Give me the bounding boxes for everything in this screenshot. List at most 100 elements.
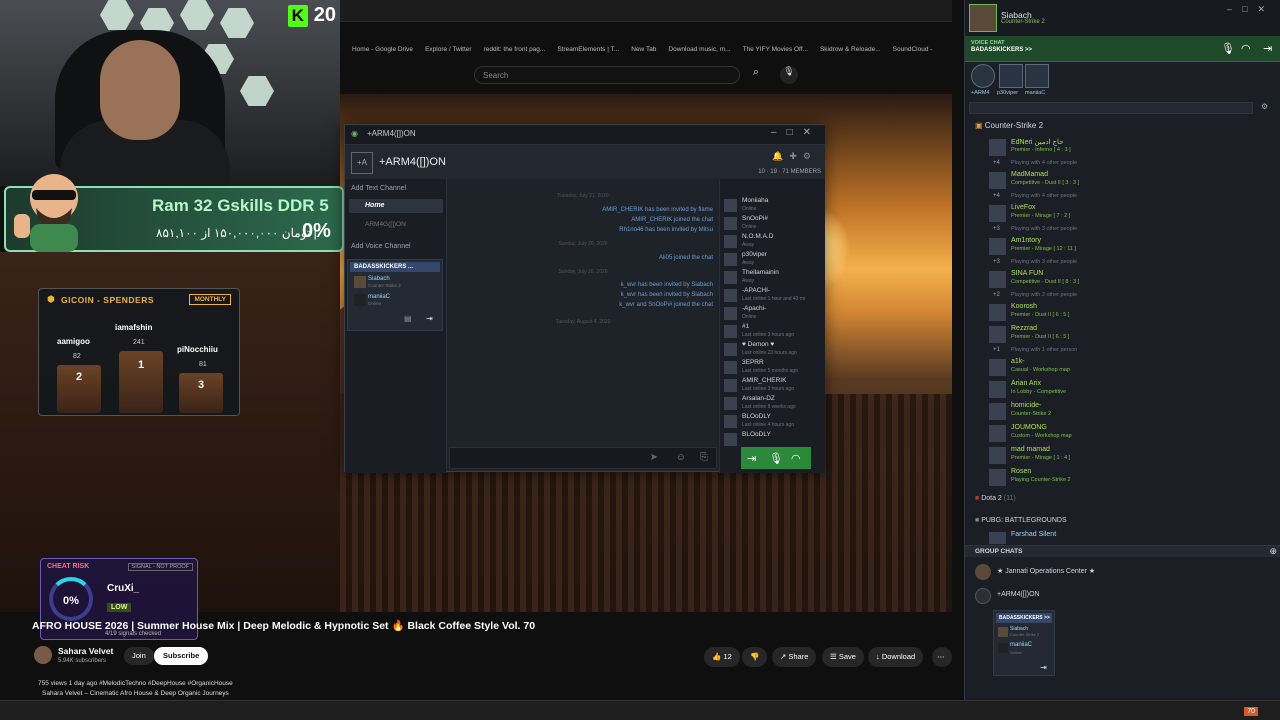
friend-row[interactable]: Rezzrad Premier - Dust II [ 6 : 5 ] [989,325,1279,345]
avatar[interactable] [999,64,1023,88]
friend-row[interactable]: Farshad Silent [989,531,1279,545]
voice-settings-icon[interactable]: ▤ [404,314,412,323]
dislike-button[interactable]: 👎 [742,647,768,667]
channel-name[interactable]: Sahara Velvet [58,646,113,656]
channel-home[interactable]: Home [349,199,443,213]
group-chat-item[interactable]: ★ Jannati Operations Center ★ [975,563,1265,583]
friend-row[interactable]: a1k- Casual - Workshop map [989,358,1279,378]
friend-name: JOUMONG [1011,424,1047,431]
headset-icon[interactable]: ◠ [1241,42,1251,55]
friend-row[interactable]: EdNeri حاج ادمین Premier - Inferno [ 4 : … [989,138,1279,158]
search-icon[interactable]: ⌕ [742,66,770,84]
notification-badge[interactable]: 70 [1244,707,1258,716]
voice-group-name[interactable]: BADASSKICKERS >> [971,47,1032,53]
microphone-icon[interactable]: 🎙 [1221,42,1235,55]
avatar[interactable] [1025,64,1049,88]
leave-voice-icon[interactable]: ⇥ [1263,42,1272,55]
game-group-header[interactable]: ▣ Counter-Strike 2 [975,121,1043,130]
subscribe-button[interactable]: Subscribe [154,647,209,665]
browser-tab-bar[interactable] [340,0,952,22]
emoji-icon[interactable]: ☺ [676,452,686,463]
friends-search-input[interactable] [969,102,1253,114]
member-item[interactable]: Theilamainin Away [724,269,824,287]
chat-settings-icon[interactable]: 🔔✚⚙ [772,151,817,162]
member-item[interactable]: Moniiaha Online [724,197,824,215]
voice-channel-name[interactable]: BADASSKICKERS >> [996,613,1052,623]
channel-sidebar: Add Text Channel Home ARM4G([])ON Add Vo… [345,179,447,473]
friend-row[interactable]: mad mamad Premier - Mirage [ 1 : 4 ] [989,446,1279,466]
bookmark[interactable]: New Tab [631,46,656,53]
save-button[interactable]: ☰ Save [822,647,864,667]
bookmark[interactable]: Explore / Twitter [425,46,471,53]
download-button[interactable]: ↓ Download [868,647,924,667]
avatar[interactable] [969,4,997,32]
add-text-channel[interactable]: Add Text Channel [351,185,406,192]
group-chats-header[interactable]: GROUP CHATS ⊕ [965,545,1280,557]
friends-header: Siabach Counter-Strike 2 –□✕ [965,0,1280,36]
group-chat-window[interactable]: ◉ +ARM4([])ON –□✕ +A +ARM4([])ON 10 · 19… [344,124,825,473]
window-controls[interactable]: –□✕ [771,127,821,138]
microphone-icon[interactable]: 🎙 [769,452,783,465]
bookmark[interactable]: SoundCloud - [893,46,933,53]
message-input[interactable]: ➤ ☺ ⎘ [449,447,717,469]
friend-row[interactable]: Am1ntory Premier - Mirage [ 12 : 11 ] [989,237,1279,257]
chat-tab[interactable]: +ARM4([])ON [367,129,416,138]
member-item[interactable]: #1 Last online 3 hours ago [724,323,824,341]
bookmark[interactable]: Skidrow & Reloade... [820,46,881,53]
friend-row[interactable]: Rosen Playing Counter-Strike 2 [989,468,1279,488]
settings-icon[interactable]: ⚙ [1261,102,1268,111]
member-item[interactable]: -APACHI- Last online 1 hour and 43 mi [724,287,824,305]
group-voice-box[interactable]: BADASSKICKERS >> Siabach Counter-Strike … [993,610,1055,676]
friend-row[interactable]: JOUMONG Custom - Workshop map [989,424,1279,444]
like-button[interactable]: 👍 12 [704,647,740,667]
member-item[interactable]: 3EPRR Last online 5 months ago [724,359,824,377]
member-item[interactable]: SnOoPi# Online [724,215,824,233]
member-item[interactable]: Arsalan-DZ Last online 8 weeks ago [724,395,824,413]
voice-channel-box[interactable]: BADASSKICKERS ... Siabach Counter-Strike… [347,259,443,331]
send-icon[interactable]: ➤ [650,452,658,463]
window-controls[interactable]: –□✕ [1227,4,1275,15]
leave-voice-icon[interactable]: ⇥ [426,314,433,323]
member-item[interactable]: ♥ Demon ♥ Last online 23 hours ago [724,341,824,359]
bookmark[interactable]: Home - Google Drive [352,46,413,53]
friend-row[interactable]: Arian Arix In Lobby - Competitive [989,380,1279,400]
friend-row[interactable]: LiveFox Premier - Mirage [ 7 : 2 ] [989,204,1279,224]
member-item[interactable]: BLOoDLY Last online 4 hours ago [724,413,824,431]
member-item[interactable]: -Apachi- Online [724,305,824,323]
chat-titlebar[interactable]: ◉ +ARM4([])ON –□✕ [345,125,825,145]
game-group-dota[interactable]: ■ Dota 2 (11) [975,495,1016,502]
bookmark[interactable]: Download music, m... [668,46,730,53]
member-item[interactable]: p30viper Away [724,251,824,269]
join-button[interactable]: Join [124,647,154,665]
donation-goal-banner: Ram 32 Gskills DDR 5 تومان ۱۵۰,۰۰۰,۰۰۰ ا… [4,174,344,252]
channel-avatar[interactable] [34,646,52,664]
friend-status: Competitive - Dust II [ 3 : 3 ] [1011,180,1080,186]
friend-row[interactable]: MadMamad Competitive - Dust II [ 3 : 3 ] [989,171,1279,191]
video-description[interactable]: Sahara Velvet – Cinematic Afro House & D… [42,690,229,697]
microphone-icon[interactable]: 🎙 [780,66,798,84]
bookmark[interactable]: reddit: the front pag... [484,46,546,53]
bookmark[interactable]: The YIFY Movies Off... [743,46,808,53]
leaderboard-title: GICOIN - SPENDERS [61,295,155,305]
add-voice-channel[interactable]: Add Voice Channel [351,243,411,250]
leave-voice-icon[interactable]: ⇥ [747,452,756,465]
group-chat-item[interactable]: +ARM4([])ON [975,587,1265,607]
more-options-button[interactable]: ⋯ [932,647,952,667]
streamer-head [100,40,180,140]
member-item[interactable]: AMIR_CHERIK Last online 3 hours ago [724,377,824,395]
game-group-pubg[interactable]: ■ PUBG: BATTLEGROUNDS [975,517,1067,524]
leave-voice-icon[interactable]: ⇥ [1040,663,1047,672]
headset-icon[interactable]: ◠ [791,452,801,465]
search-input[interactable]: Search [474,66,740,84]
channel-text[interactable]: ARM4G([])ON [365,221,406,228]
friend-row[interactable]: Koorosh Premier - Dust II [ 6 : 5 ] [989,303,1279,323]
friend-row[interactable]: homicide- Counter-Strike 2 [989,402,1279,422]
bookmark[interactable]: StreamElements | T... [557,46,619,53]
add-group-icon[interactable]: ⊕ [1269,546,1277,557]
friend-row[interactable]: SINA FUN Competitive - Dust II [ 8 : 3 ] [989,270,1279,290]
attach-icon[interactable]: ⎘ [700,452,708,463]
share-button[interactable]: ↗ Share [772,647,817,667]
voice-channel-name[interactable]: BADASSKICKERS ... [350,262,440,272]
avatar[interactable] [971,64,995,88]
member-item[interactable]: N.O.M.A.D Away [724,233,824,251]
